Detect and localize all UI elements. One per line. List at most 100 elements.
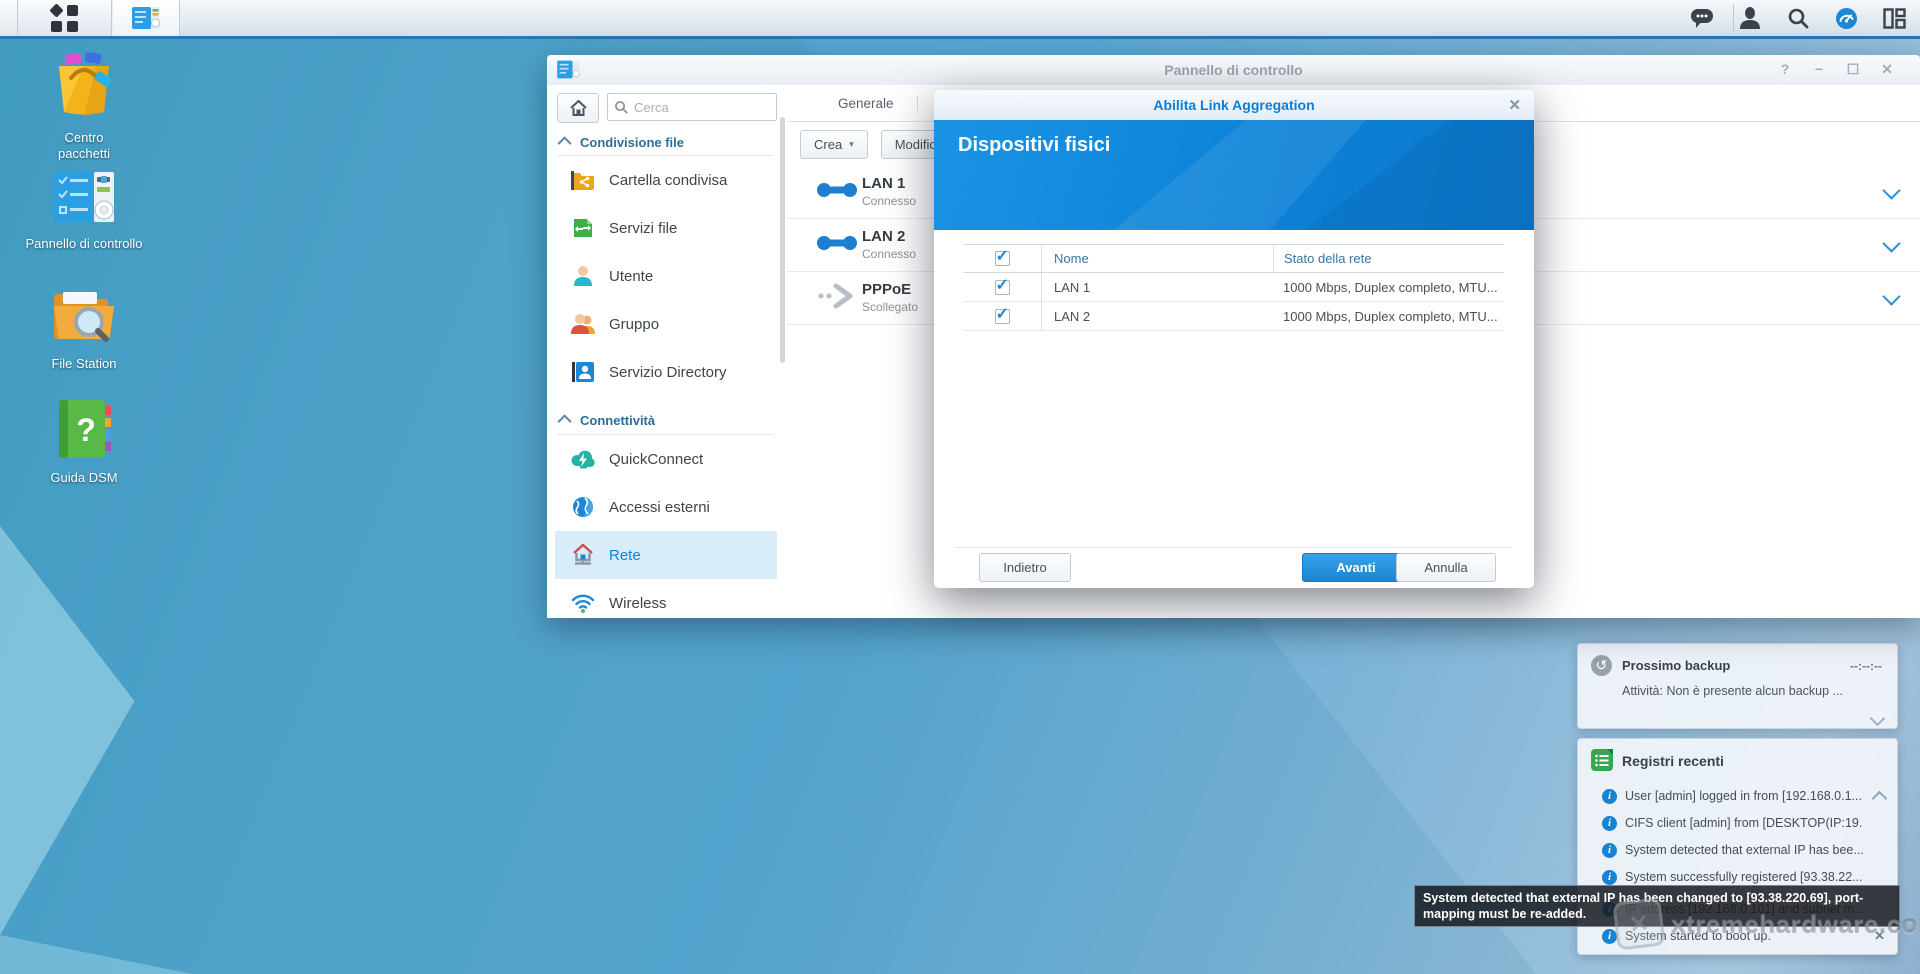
sidebar-section-connectivity[interactable]: Connettività	[547, 396, 787, 434]
home-button[interactable]	[557, 93, 599, 123]
minimize-button[interactable]: −	[1812, 61, 1826, 78]
close-icon[interactable]: ✕	[1874, 928, 1885, 944]
info-icon	[1602, 816, 1617, 831]
taskbar	[0, 0, 1920, 39]
desktop-icon-label: Guida DSM	[4, 470, 164, 486]
info-icon	[1602, 929, 1617, 944]
sidebar-item-label: Accessi esterni	[609, 499, 710, 516]
wifi-icon	[571, 591, 595, 615]
log-text: User [admin] logged in from [192.168.0.1…	[1625, 789, 1863, 803]
row-checkbox[interactable]	[995, 309, 1010, 324]
log-tooltip: System detected that external IP has bee…	[1414, 885, 1900, 927]
device-status: 1000 Mbps, Duplex completo, MTU...	[1273, 302, 1504, 330]
help-button[interactable]: ?	[1778, 61, 1792, 78]
row-checkbox[interactable]	[995, 280, 1010, 295]
tab-general[interactable]: Generale	[815, 85, 917, 121]
caret-down-icon: ▾	[849, 139, 854, 150]
button-label: Avanti	[1336, 560, 1375, 575]
chevron-up-icon	[558, 414, 572, 428]
sidebar-item-directory-service[interactable]: Servizio Directory	[555, 348, 777, 396]
button-label: Annulla	[1424, 560, 1467, 575]
desktop-icon-package-center[interactable]: Centro pacchetti	[4, 52, 164, 163]
table-row[interactable]: LAN 2 1000 Mbps, Duplex completo, MTU...	[963, 302, 1504, 331]
column-header-network-status[interactable]: Stato della rete	[1273, 245, 1504, 272]
log-item: CIFS client [admin] from [DESKTOP(IP:19.…	[1578, 810, 1897, 837]
close-icon[interactable]: ✕	[1508, 96, 1521, 114]
log-item: User [admin] logged in from [192.168.0.1…	[1578, 783, 1897, 810]
log-text: System started to boot up.	[1625, 929, 1863, 943]
divider	[956, 547, 1512, 548]
select-all-checkbox[interactable]	[995, 251, 1010, 266]
widget-title: Registri recenti	[1622, 753, 1724, 769]
info-icon	[1602, 789, 1617, 804]
taskbar-edge	[0, 0, 18, 36]
dialog-titlebar: Abilita Link Aggregation ✕	[934, 90, 1534, 121]
sidebar-item-label: Cartella condivisa	[609, 172, 727, 189]
directory-service-icon	[571, 360, 595, 384]
sidebar-scrollbar-thumb[interactable]	[780, 117, 785, 363]
logs-icon	[1591, 749, 1613, 771]
main-menu-icon	[51, 5, 78, 32]
user-icon[interactable]	[1738, 6, 1762, 30]
chevron-down-icon[interactable]	[1882, 234, 1900, 252]
home-icon	[570, 100, 587, 116]
control-panel-icon	[131, 5, 161, 31]
sidebar-item-file-services[interactable]: Servizi file	[555, 204, 777, 252]
column-header-name[interactable]: Nome	[1041, 245, 1273, 272]
link-aggregation-dialog: Abilita Link Aggregation ✕ Dispositivi f…	[934, 90, 1534, 588]
table-row[interactable]: LAN 1 1000 Mbps, Duplex completo, MTU...	[963, 273, 1504, 302]
system-health-icon[interactable]	[1834, 6, 1858, 30]
info-icon	[1602, 870, 1617, 885]
desktop-icon-dsm-help[interactable]: ? Guida DSM	[4, 398, 164, 486]
user-icon	[571, 264, 595, 288]
taskbar-control-panel-tile[interactable]	[112, 0, 180, 36]
backup-time: --:--:--	[1850, 659, 1882, 673]
back-button[interactable]: Indietro	[979, 553, 1071, 582]
chevron-down-icon[interactable]	[1882, 287, 1900, 305]
log-item: System started to boot up. ✕	[1578, 923, 1897, 950]
create-button[interactable]: Crea ▾	[800, 130, 868, 159]
quickconnect-icon	[571, 447, 595, 471]
chat-icon[interactable]	[1690, 6, 1714, 30]
sidebar-item-shared-folder[interactable]: Cartella condivisa	[555, 156, 777, 204]
group-icon	[571, 312, 595, 336]
section-label: Condivisione file	[580, 135, 684, 150]
sidebar-item-label: Rete	[609, 547, 641, 564]
log-text: System detected that external IP has bee…	[1625, 843, 1863, 857]
device-name: LAN 1	[1041, 273, 1273, 301]
file-station-icon	[51, 284, 117, 346]
control-panel-icon	[52, 168, 116, 226]
dialog-title: Abilita Link Aggregation	[934, 97, 1534, 113]
device-status: 1000 Mbps, Duplex completo, MTU...	[1273, 273, 1504, 301]
sidebar-item-group[interactable]: Gruppo	[555, 300, 777, 348]
interface-status: Scollegato	[862, 300, 918, 315]
sidebar-item-label: Wireless	[609, 595, 667, 612]
sidebar-item-quickconnect[interactable]: QuickConnect	[555, 435, 777, 483]
cancel-button[interactable]: Annulla	[1396, 553, 1496, 582]
tab-label: Generale	[838, 96, 894, 111]
desktop-icon-control-panel[interactable]: Pannello di controllo	[4, 168, 164, 252]
shared-folder-icon	[571, 168, 595, 192]
next-button[interactable]: Avanti	[1302, 553, 1410, 582]
search-icon	[614, 100, 628, 114]
search-icon[interactable]	[1786, 6, 1810, 30]
globe-icon	[571, 495, 595, 519]
svg-text:?: ?	[76, 412, 96, 448]
maximize-button[interactable]: ☐	[1846, 61, 1860, 78]
sidebar-item-user[interactable]: Utente	[555, 252, 777, 300]
chevron-down-icon[interactable]	[1882, 181, 1900, 199]
interface-status: Connesso	[862, 247, 916, 262]
search-input[interactable]	[607, 93, 777, 121]
chevron-down-icon[interactable]	[1870, 711, 1886, 727]
sidebar-item-network[interactable]: Rete	[555, 531, 777, 579]
chevron-up-icon[interactable]	[1872, 791, 1888, 807]
desktop-icon-file-station[interactable]: File Station	[4, 284, 164, 372]
sidebar-item-external-access[interactable]: Accessi esterni	[555, 483, 777, 531]
section-label: Connettività	[580, 413, 655, 428]
main-menu-button[interactable]	[18, 0, 112, 36]
widgets-icon[interactable]	[1882, 6, 1906, 30]
window-titlebar[interactable]: Pannello di controllo ? − ☐ ✕	[547, 55, 1920, 86]
sidebar-item-wireless[interactable]: Wireless	[555, 579, 777, 618]
sidebar-section-file-sharing[interactable]: Condivisione file	[547, 129, 787, 155]
close-button[interactable]: ✕	[1880, 61, 1894, 78]
